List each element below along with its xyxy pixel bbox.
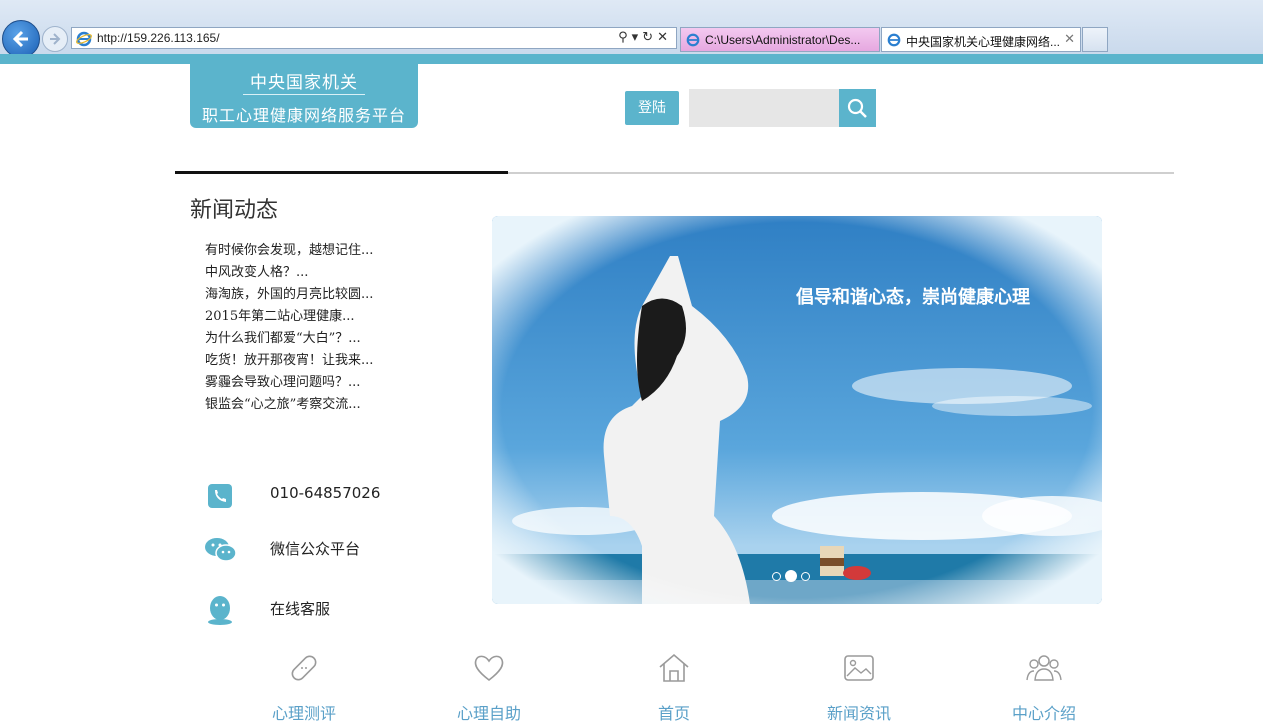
news-item[interactable]: 为什么我们都爱“大白”？...	[205, 330, 373, 352]
back-arrow-icon	[12, 30, 28, 48]
news-item[interactable]: 中风改变人格？...	[205, 264, 373, 286]
heart-icon	[474, 655, 504, 682]
news-item[interactable]: 吃货！放开那夜宵！让我来...	[205, 352, 373, 374]
home-icon	[659, 653, 689, 682]
search-input[interactable]	[689, 89, 839, 127]
wechat-label: 微信公众平台	[270, 540, 361, 558]
tab-local-file[interactable]: C:\Users\Administrator\Des...	[680, 27, 880, 52]
new-tab-button[interactable]	[1082, 27, 1108, 52]
nav-label: 首页	[657, 704, 690, 723]
news-item[interactable]: 海淘族，外国的月亮比较圆...	[205, 286, 373, 308]
back-button[interactable]	[2, 20, 40, 58]
search-icon	[847, 98, 867, 118]
wechat-icon	[205, 538, 237, 562]
address-bar[interactable]: http://159.226.113.165/ ⚲▾↻✕	[71, 27, 677, 49]
address-url: http://159.226.113.165/	[97, 31, 220, 45]
carousel-dot[interactable]	[801, 572, 810, 581]
carousel-dot[interactable]	[772, 572, 781, 581]
qq-icon	[208, 596, 232, 625]
nav-label: 新闻资讯	[826, 704, 891, 723]
nav-self-help[interactable]: 心理自助	[429, 650, 549, 723]
nav-assessment[interactable]: 心理测评	[244, 650, 364, 723]
forward-arrow-icon	[50, 33, 61, 45]
nav-about[interactable]: 中心介绍	[984, 650, 1104, 723]
divider-highlight	[175, 171, 508, 174]
bandage-icon	[291, 655, 317, 681]
login-button[interactable]: 登陆	[625, 91, 679, 125]
ie-icon	[887, 33, 901, 47]
nav-label: 心理测评	[271, 704, 336, 723]
news-item[interactable]: 有时候你会发现，越想记住...	[205, 242, 373, 264]
carousel-dot-active[interactable]	[785, 570, 797, 582]
address-tools[interactable]: ⚲▾↻✕	[618, 30, 672, 45]
news-item[interactable]: 银监会“心之旅”考察交流...	[205, 396, 373, 418]
nav-label: 中心介绍	[1011, 704, 1076, 723]
banner-image	[492, 216, 1102, 604]
online-service-label: 在线客服	[270, 600, 331, 618]
tab-site[interactable]: 中央国家机关心理健康网络... ✕	[881, 27, 1081, 52]
carousel-dots	[772, 566, 814, 585]
logo-divider	[243, 94, 365, 95]
nav-home[interactable]: 首页	[614, 650, 734, 723]
close-tab-icon[interactable]: ✕	[1064, 31, 1075, 47]
logo-line2: 职工心理健康网络服务平台	[201, 106, 406, 125]
picture-icon	[844, 655, 874, 681]
tab-title: C:\Users\Administrator\Des...	[705, 33, 861, 47]
site-logo[interactable]: 中央国家机关 职工心理健康网络服务平台	[190, 62, 418, 128]
news-section-title: 新闻动态	[190, 198, 279, 223]
news-item[interactable]: 雾霾会导致心理问题吗？...	[205, 374, 373, 396]
phone-number: 010-64857026	[270, 484, 381, 502]
forward-button[interactable]	[42, 26, 68, 52]
search-button[interactable]	[839, 89, 876, 127]
nav-news[interactable]: 新闻资讯	[799, 650, 919, 723]
logo-line1: 中央国家机关	[250, 73, 358, 93]
banner-carousel[interactable]: 倡导和谐心态，崇尚健康心理	[492, 216, 1102, 604]
banner-caption: 倡导和谐心态，崇尚健康心理	[796, 287, 1030, 308]
news-list: 有时候你会发现，越想记住... 中风改变人格？... 海淘族，外国的月亮比较圆.…	[205, 242, 373, 418]
ie-icon	[76, 31, 92, 47]
ie-icon	[686, 33, 700, 47]
news-item[interactable]: 2015年第二站心理健康...	[205, 308, 373, 330]
tab-title: 中央国家机关心理健康网络...	[906, 35, 1061, 49]
group-icon	[1026, 655, 1062, 681]
phone-icon	[208, 484, 232, 508]
nav-label: 心理自助	[456, 704, 521, 723]
